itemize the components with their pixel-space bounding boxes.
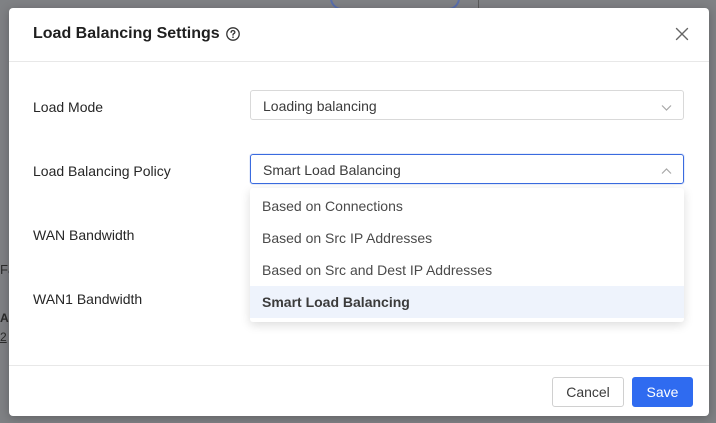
- dropdown-option-based-on-src-ip[interactable]: Based on Src IP Addresses: [250, 222, 684, 254]
- chevron-up-icon: [661, 164, 672, 175]
- load-mode-select-value: Loading balancing: [263, 98, 377, 114]
- dialog-footer: Cancel Save: [9, 365, 709, 417]
- load-balancing-policy-select-value: Smart Load Balancing: [263, 162, 401, 178]
- dropdown-option-based-on-connections[interactable]: Based on Connections: [250, 190, 684, 222]
- load-balancing-settings-dialog: Load Balancing Settings Load Mode Loadin…: [9, 8, 709, 416]
- load-balancing-policy-select[interactable]: Smart Load Balancing: [250, 154, 684, 184]
- background-text-fragment: 2: [0, 330, 7, 344]
- wan-bandwidth-label: WAN Bandwidth: [33, 227, 135, 243]
- cancel-button[interactable]: Cancel: [552, 377, 624, 407]
- background-text-fragment: A: [0, 311, 9, 325]
- load-mode-label: Load Mode: [33, 99, 104, 115]
- load-balancing-policy-label: Load Balancing Policy: [33, 163, 171, 179]
- dropdown-option-based-on-src-and-dest-ip[interactable]: Based on Src and Dest IP Addresses: [250, 254, 684, 286]
- question-circle-icon[interactable]: [225, 27, 240, 41]
- wan1-bandwidth-label: WAN1 Bandwidth: [33, 291, 143, 307]
- chevron-down-icon: [661, 100, 672, 111]
- dialog-title: Load Balancing Settings: [33, 25, 240, 43]
- dialog-header: Load Balancing Settings: [9, 8, 709, 62]
- dialog-title-text: Load Balancing Settings: [33, 25, 220, 42]
- load-balancing-policy-dropdown: Based on Connections Based on Src IP Add…: [250, 188, 684, 322]
- close-icon[interactable]: [675, 27, 689, 41]
- dropdown-option-smart-load-balancing[interactable]: Smart Load Balancing: [250, 286, 684, 318]
- load-mode-select[interactable]: Loading balancing: [250, 90, 684, 120]
- save-button[interactable]: Save: [632, 377, 693, 407]
